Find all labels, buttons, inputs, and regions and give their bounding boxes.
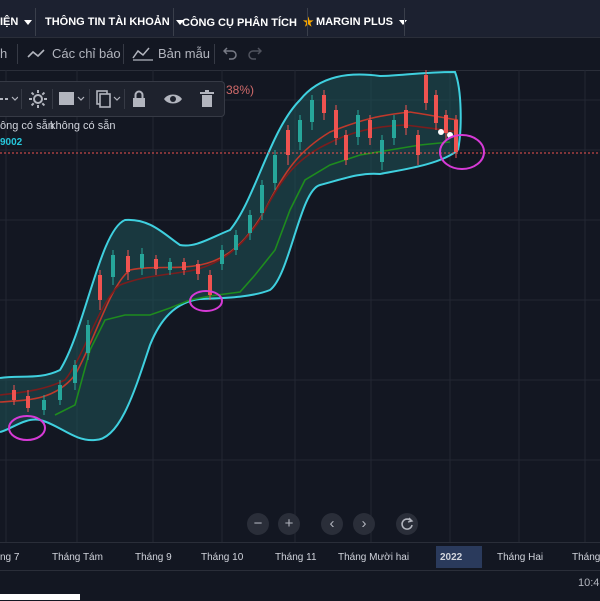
top-nav: IỆN THÔNG TIN TÀI KHOẢN CÔNG CỤ PHÂN TÍC…: [0, 0, 600, 38]
copy-icon[interactable]: [94, 89, 122, 109]
chevron-down-icon: [24, 19, 33, 25]
lock-icon[interactable]: [131, 89, 147, 109]
line-style-icon[interactable]: [0, 89, 18, 109]
time-axis-label: Tháng 10: [201, 552, 244, 563]
time-axis[interactable]: ng 7 Tháng Tám Tháng 9 Tháng 10 Tháng 11…: [0, 542, 600, 571]
nav-divider: [307, 8, 308, 36]
scroll-right-button[interactable]: ›: [353, 513, 375, 535]
star-icon: ★: [302, 15, 314, 29]
trash-icon[interactable]: [199, 89, 215, 109]
zoom-in-button[interactable]: +: [278, 513, 300, 535]
indicators-icon: [27, 49, 45, 58]
reset-chart-button[interactable]: [396, 513, 418, 535]
bottom-bar: 10:4: [0, 570, 600, 601]
nav-item-partial[interactable]: IỆN: [0, 0, 33, 37]
toolbar-divider: [214, 44, 215, 64]
nav-item-margin-plus[interactable]: MARGIN PLUS: [316, 0, 407, 37]
template-icon[interactable]: [58, 89, 86, 109]
time-axis-label: Tháng 11: [275, 552, 317, 563]
templates-label: Bản mẫu: [158, 46, 211, 61]
nav-item-label: IỆN: [0, 16, 19, 28]
data-point-marker: [438, 129, 444, 135]
nav-divider: [404, 8, 405, 36]
nav-item-label: THÔNG TIN TÀI KHOẢN: [45, 16, 170, 28]
legend-value-na: không có sẵn: [50, 120, 116, 132]
time-axis-label: ng 7: [0, 552, 20, 563]
legend-change-percent: 38%): [226, 83, 255, 97]
time-axis-label: Tháng Hai: [497, 552, 544, 563]
time-axis-label: Tháng 9: [135, 552, 172, 563]
toolbar-partial-label[interactable]: h: [0, 38, 7, 70]
bottom-left-panel-edge: [0, 594, 80, 600]
time-axis-label: Tháng Mười hai: [338, 552, 410, 563]
drawing-floating-toolbar: [0, 81, 225, 117]
undo-icon[interactable]: [223, 45, 237, 61]
chart-toolbar: h Các chỉ báo Bản mẫu: [0, 38, 600, 71]
toolbar-divider: [17, 44, 18, 64]
toolbar-divider: [123, 44, 124, 64]
zoom-out-button[interactable]: −: [247, 513, 269, 535]
redo-icon[interactable]: [248, 45, 262, 61]
scroll-left-button[interactable]: ‹: [321, 513, 343, 535]
nav-item-label: MARGIN PLUS: [316, 16, 393, 28]
reset-icon: [401, 517, 414, 530]
time-axis-label-current: 2022: [440, 552, 463, 563]
eye-icon[interactable]: [163, 89, 183, 109]
clock-time: 10:4: [578, 577, 600, 589]
price-chart[interactable]: [0, 70, 600, 542]
nav-divider: [173, 8, 174, 36]
gear-icon[interactable]: [28, 89, 48, 109]
time-axis-label: Tháng Tám: [52, 552, 103, 563]
indicators-label: Các chỉ báo: [52, 46, 121, 61]
nav-item-analysis-tools[interactable]: CÔNG CỤ PHÂN TÍCH ★: [182, 0, 314, 37]
legend-value-na: ông có sẵn: [0, 120, 54, 132]
nav-divider: [35, 8, 36, 36]
chevron-down-icon: [399, 19, 407, 25]
nav-item-account-info[interactable]: THÔNG TIN TÀI KHOẢN: [45, 0, 184, 37]
templates-icon: [132, 47, 153, 61]
nav-item-label: CÔNG CỤ PHÂN TÍCH: [182, 17, 297, 29]
price-value-label: 9002: [0, 137, 23, 148]
time-axis-label: Tháng: [572, 552, 600, 563]
